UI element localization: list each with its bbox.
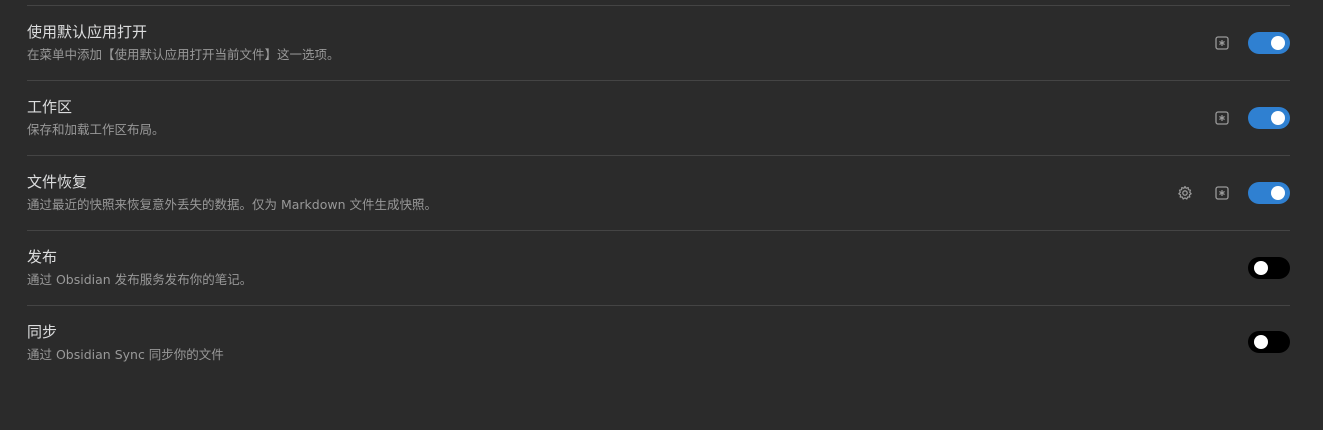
plugin-enable-toggle[interactable]: [1248, 107, 1290, 129]
plugin-controls: [1214, 32, 1290, 54]
plugin-controls: [1177, 182, 1290, 204]
plugin-enable-toggle[interactable]: [1248, 257, 1290, 279]
hotkey-icon[interactable]: [1214, 110, 1230, 126]
plugin-description: 通过 Obsidian 发布服务发布你的笔记。: [27, 272, 253, 287]
plugin-description: 通过 Obsidian Sync 同步你的文件: [27, 347, 224, 362]
plugin-title: 文件恢复: [27, 173, 88, 191]
gear-icon[interactable]: [1177, 185, 1193, 201]
hotkey-icon[interactable]: [1214, 35, 1230, 51]
plugin-description: 在菜单中添加【使用默认应用打开当前文件】这一选项。: [27, 47, 340, 62]
plugin-list: 使用默认应用打开 在菜单中添加【使用默认应用打开当前文件】这一选项。 工作区 保…: [27, 5, 1290, 380]
toggle-knob: [1254, 261, 1268, 275]
plugin-controls: [1214, 107, 1290, 129]
plugin-row-sync: 同步 通过 Obsidian Sync 同步你的文件: [27, 305, 1290, 380]
plugin-enable-toggle[interactable]: [1248, 331, 1290, 353]
plugin-title: 同步: [27, 323, 58, 341]
plugin-description: 保存和加载工作区布局。: [27, 122, 165, 137]
plugin-enable-toggle[interactable]: [1248, 32, 1290, 54]
plugin-controls: [1248, 257, 1290, 279]
core-plugins-settings-page: 使用默认应用打开 在菜单中添加【使用默认应用打开当前文件】这一选项。 工作区 保…: [0, 0, 1323, 430]
plugin-row-open-with-default-app: 使用默认应用打开 在菜单中添加【使用默认应用打开当前文件】这一选项。: [27, 5, 1290, 80]
plugin-description: 通过最近的快照来恢复意外丢失的数据。仅为 Markdown 文件生成快照。: [27, 197, 437, 212]
toggle-knob: [1271, 111, 1285, 125]
toggle-knob: [1271, 36, 1285, 50]
plugin-row-workspaces: 工作区 保存和加载工作区布局。: [27, 80, 1290, 155]
plugin-row-publish: 发布 通过 Obsidian 发布服务发布你的笔记。: [27, 230, 1290, 305]
plugin-enable-toggle[interactable]: [1248, 182, 1290, 204]
toggle-knob: [1254, 335, 1268, 349]
plugin-title: 使用默认应用打开: [27, 23, 148, 41]
plugin-row-file-recovery: 文件恢复 通过最近的快照来恢复意外丢失的数据。仅为 Markdown 文件生成快…: [27, 155, 1290, 230]
plugin-title: 发布: [27, 248, 58, 266]
hotkey-icon[interactable]: [1214, 185, 1230, 201]
plugin-title: 工作区: [27, 98, 73, 116]
plugin-controls: [1248, 331, 1290, 353]
toggle-knob: [1271, 186, 1285, 200]
